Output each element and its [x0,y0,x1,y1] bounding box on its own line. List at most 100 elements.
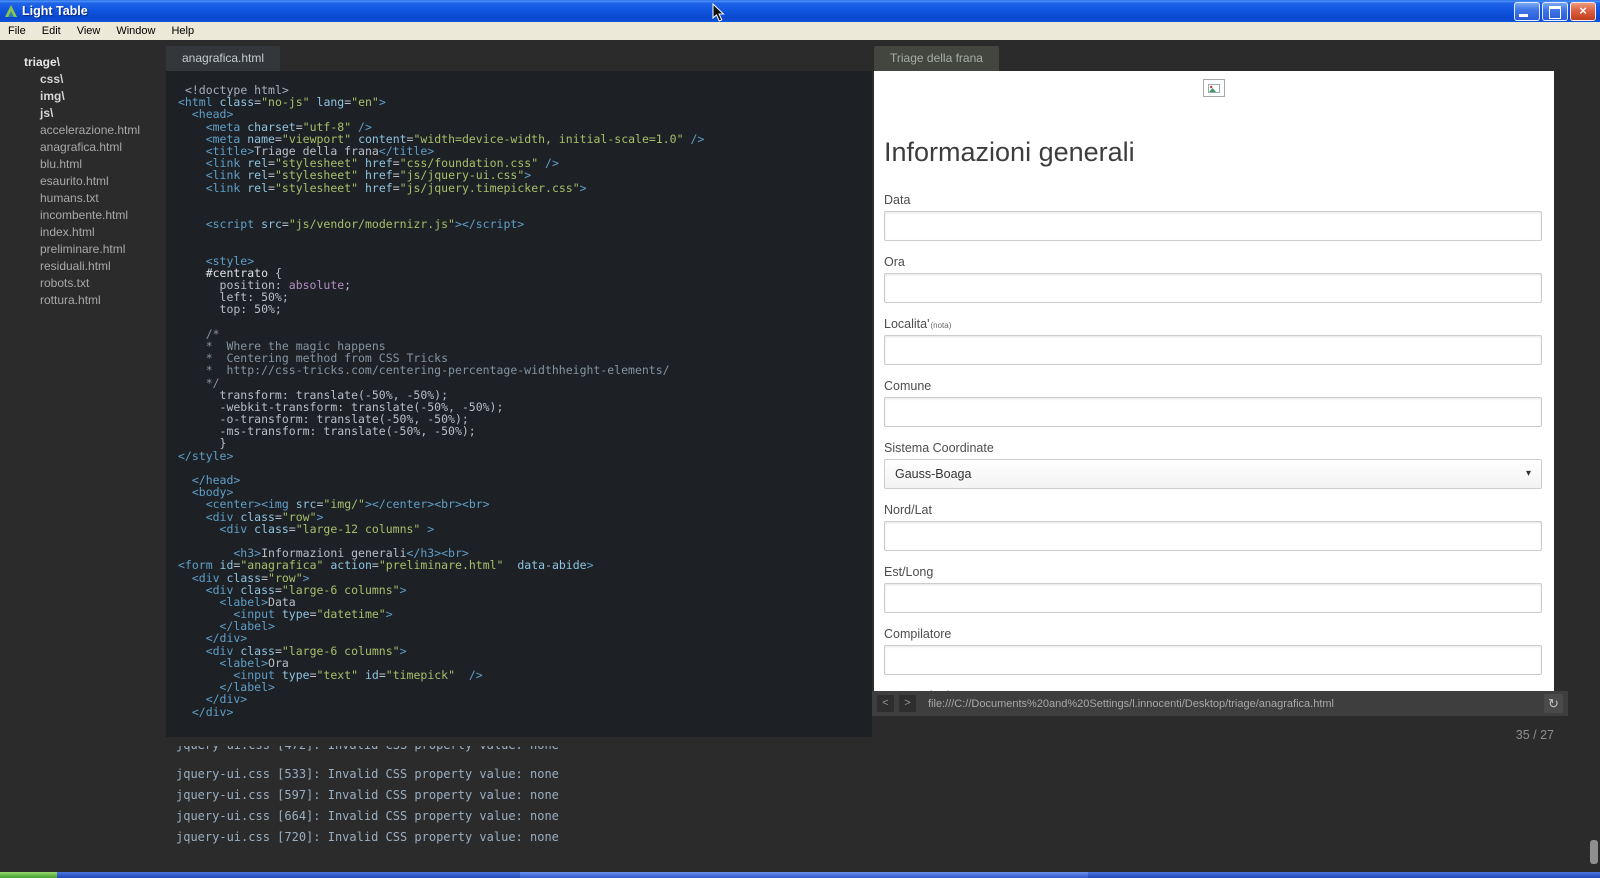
sidebar-file[interactable]: humans.txt [40,190,166,207]
sidebar-file[interactable]: esaurito.html [40,173,166,190]
text-input[interactable] [884,521,1542,551]
console-scrollbar-thumb[interactable] [1590,840,1598,864]
select-value: Gauss-Boaga [895,467,972,481]
sidebar-file[interactable]: accelerazione.html [40,122,166,139]
sidebar-file[interactable]: rottura.html [40,292,166,309]
code-line[interactable] [178,242,872,254]
chevron-down-icon: ▾ [1525,468,1531,479]
code-line[interactable]: <input type="text" id="timepick" /> [178,669,872,681]
window-title: Light Table [22,4,88,18]
code-line[interactable]: <div class="large-12 columns" > [178,523,872,535]
form-field: Ora [884,255,1542,303]
code-line[interactable]: -ms-transform: translate(-50%, -50%); [178,425,872,437]
form-field: Nord/Lat [884,503,1542,551]
code-line[interactable]: } [178,437,872,449]
code-line[interactable]: <script src="js/vendor/modernizr.js"></s… [178,218,872,230]
console-line: jquery-ui.css [720]: Invalid CSS propert… [176,830,559,844]
minimize-icon [1519,14,1528,17]
sidebar-file[interactable]: index.html [40,224,166,241]
form-field: Est/Long [884,565,1542,613]
workspace-tree: css\ img\ js\ accelerazione.html anagrafica.… [0,71,166,309]
mouse-cursor [712,2,726,28]
sidebar-file[interactable]: robots.txt [40,275,166,292]
field-label: Comune [884,379,932,393]
text-input[interactable] [884,583,1542,613]
field-label: Nord/Lat [884,503,932,517]
field-label-note: (nota) [930,321,952,330]
browser-viewport: Informazioni generali Data Ora Localita'(n… [874,71,1554,691]
code-line[interactable] [178,316,872,328]
sidebar-folder[interactable]: css\ [40,71,166,88]
text-input[interactable] [884,335,1542,365]
restore-icon [1549,6,1561,19]
browser-navbar: < > file:///C://Documents%20and%20Settin… [872,691,1568,716]
field-label: Localita'(nota) [884,317,952,331]
sidebar-file[interactable]: incombente.html [40,207,166,224]
code-line[interactable]: * http://css-tricks.com/centering-percen… [178,364,872,376]
menu-bar: File Edit View Window Help [0,22,1600,40]
menu-window[interactable]: Window [108,22,163,40]
text-input[interactable] [884,397,1542,427]
code-line[interactable]: <link rel="stylesheet" href="js/jquery.t… [178,181,872,194]
code-line[interactable]: left: 50%; [178,291,872,303]
editor-pane: anagrafica.html <!doctype html> <html cla… [166,46,872,737]
editor-tab-row: anagrafica.html [166,46,872,71]
sidebar-folder[interactable]: img\ [40,88,166,105]
code-line[interactable]: </head> [178,474,872,486]
sidebar-file[interactable]: residuali.html [40,258,166,275]
lighttable-app-icon [4,4,18,18]
code-line[interactable]: </label> [178,681,872,693]
sidebar-file[interactable]: anagrafica.html [40,139,166,156]
text-input[interactable] [884,645,1542,675]
form-field: Localita'(nota) [884,317,1542,365]
close-button[interactable]: × [1570,2,1596,21]
code-line[interactable]: </style> [178,450,872,462]
console-log: jquery-ui.css [472]: Invalid CSS propert… [176,746,559,851]
menu-help[interactable]: Help [163,22,202,40]
code-line[interactable] [178,462,872,474]
code-line[interactable] [178,194,872,206]
text-input[interactable] [884,211,1542,241]
menu-file[interactable]: File [0,22,34,40]
code-line[interactable]: </label> [178,620,872,632]
preview-form: Data Ora Localita'(nota) Comune Sistema Coor… [884,193,1542,691]
window-titlebar[interactable]: Light Table × [0,0,1600,22]
start-button-edge[interactable] [0,872,57,878]
menu-edit[interactable]: Edit [34,22,69,40]
menu-view[interactable]: View [69,22,109,40]
sidebar-folder[interactable]: js\ [40,105,166,122]
url-bar[interactable]: file:///C://Documents%20and%20Settings/l… [928,698,1544,710]
field-label: Est/Long [884,565,934,579]
code-line[interactable]: </div> [178,705,872,718]
code-line[interactable]: <input type="datetime"> [178,608,872,620]
refresh-icon[interactable]: ↻ [1544,694,1563,713]
restore-button[interactable] [1542,2,1568,21]
field-label: Ora [884,255,905,269]
code-line[interactable]: <style> [178,255,872,267]
code-area[interactable]: <!doctype html> <html class="no-js" lang=… [166,71,872,737]
broken-image-icon [1203,79,1225,97]
minimize-button[interactable] [1514,2,1540,21]
console-line: jquery-ui.css [597]: Invalid CSS propert… [176,788,559,802]
select-input[interactable]: Gauss-Boaga ▾ [884,459,1542,489]
code-line[interactable] [178,230,872,242]
code-line[interactable]: </div> [178,693,872,705]
console-line: jquery-ui.css [533]: Invalid CSS propert… [176,767,559,781]
field-label: Compilatore [884,627,952,641]
sidebar-file[interactable]: blu.html [40,156,166,173]
forward-button[interactable]: > [899,695,916,712]
taskbar-edge [0,872,1600,878]
console-line: jquery-ui.css [664]: Invalid CSS propert… [176,809,559,823]
code-line[interactable]: <html class="no-js" lang="en"> [178,96,872,108]
taskbar-segment [57,872,520,878]
tab-preview[interactable]: Triage della frana [874,46,999,71]
tab-anagrafica-html[interactable]: anagrafica.html [166,46,281,71]
sidebar-root-folder[interactable]: triage\ [24,54,166,71]
code-line[interactable]: top: 50%; [178,303,872,315]
page-title: Informazioni generali [884,137,1135,167]
form-field: Comune [884,379,1542,427]
sidebar-file[interactable]: preliminare.html [40,241,166,258]
text-input[interactable] [884,273,1542,303]
back-button[interactable]: < [877,695,894,712]
form-field: Sistema Coordinate Gauss-Boaga ▾ [884,441,1542,489]
